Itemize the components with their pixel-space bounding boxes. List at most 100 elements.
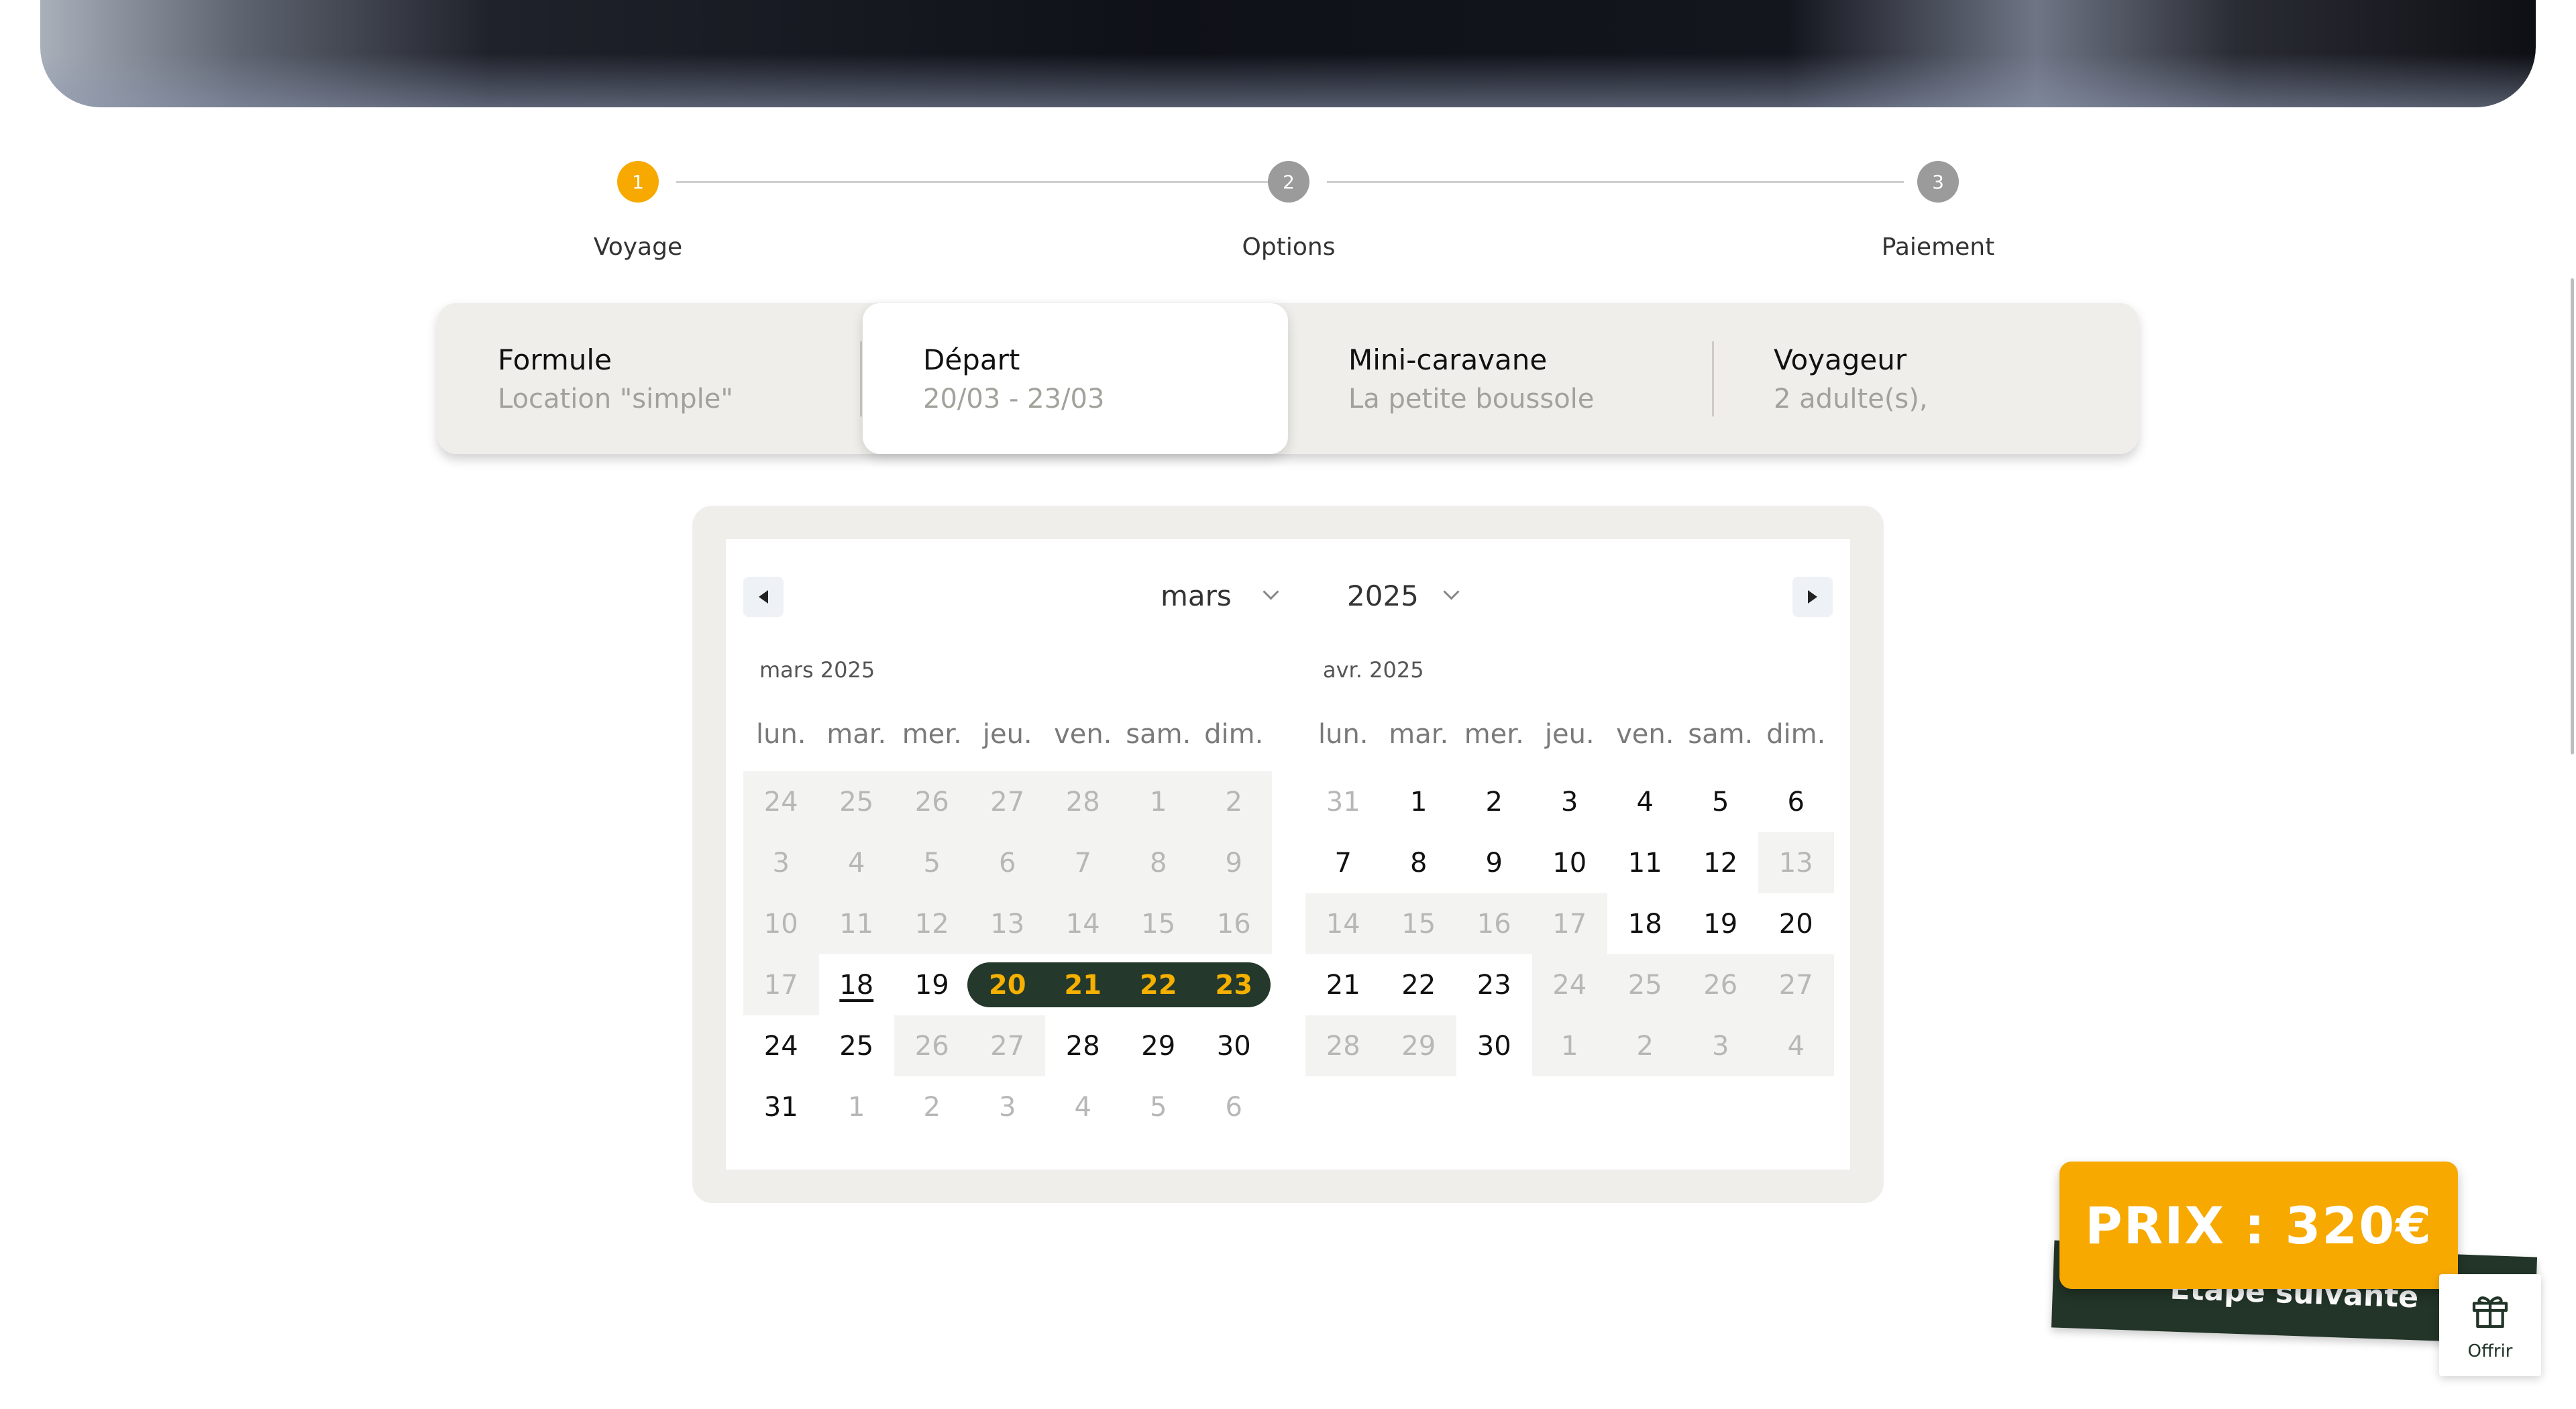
calendar-day[interactable]: 24: [743, 1015, 819, 1076]
calendar-day: 13: [969, 893, 1045, 954]
calendar-day-number: 26: [914, 786, 949, 818]
next-month-button[interactable]: [1792, 577, 1833, 617]
tab-depart[interactable]: Départ 20/03 - 23/03: [863, 303, 1288, 454]
calendar-day: 31: [1305, 771, 1381, 832]
chevron-down-icon: [1443, 583, 1460, 600]
calendar-day-selected[interactable]: 23: [1196, 954, 1272, 1015]
calendar-day[interactable]: 20: [1758, 893, 1834, 954]
weekday-header: jeu.: [982, 719, 1032, 750]
calendar-day-number: 22: [1139, 969, 1177, 1001]
weekday-header: sam.: [1688, 719, 1754, 750]
calendar-day-number: 4: [1787, 1030, 1805, 1062]
calendar-day[interactable]: 22: [1381, 954, 1457, 1015]
tab-mini-caravane[interactable]: Mini-caravane La petite boussole: [1288, 303, 1713, 454]
calendar-day: 27: [1758, 954, 1834, 1015]
calendar-day-number: 23: [1215, 969, 1253, 1001]
scrollbar-thumb[interactable]: [2571, 278, 2574, 754]
calendar-day: 28: [1305, 1015, 1381, 1076]
month-select[interactable]: mars: [1161, 579, 1279, 612]
calendar-day[interactable]: 2: [1456, 771, 1532, 832]
calendar-day: 7: [1045, 832, 1121, 893]
calendar-day-number: 8: [1410, 847, 1428, 879]
calendar-day[interactable]: 8: [1381, 832, 1457, 893]
calendar-day: 14: [1305, 893, 1381, 954]
calendar-day-today[interactable]: 18: [819, 954, 895, 1015]
calendar-day-number: 1: [1410, 786, 1428, 818]
step-2-circle[interactable]: 2: [1268, 161, 1309, 203]
weekday-header: lun.: [1318, 719, 1368, 750]
calendar-day[interactable]: 4: [1607, 771, 1683, 832]
calendar-day[interactable]: 11: [1607, 832, 1683, 893]
calendar-day-number: 4: [848, 847, 865, 879]
calendar-day[interactable]: 6: [1758, 771, 1834, 832]
calendar-day[interactable]: 23: [1456, 954, 1532, 1015]
step-1-circle[interactable]: 1: [617, 161, 659, 203]
calendar-day-number: 19: [1703, 908, 1738, 940]
calendar-day-number: 19: [914, 969, 949, 1001]
calendar-day[interactable]: 28: [1045, 1015, 1121, 1076]
calendar-day-number: 27: [990, 1030, 1025, 1062]
calendar-day[interactable]: 30: [1196, 1015, 1272, 1076]
calendar-day: 4: [818, 832, 894, 893]
calendar-day-number: 5: [1712, 786, 1729, 818]
calendar-day-number: 6: [1225, 1091, 1242, 1123]
calendar-day[interactable]: 29: [1121, 1015, 1197, 1076]
tab-depart-title: Départ: [923, 343, 1020, 376]
calendar-day[interactable]: 7: [1305, 832, 1381, 893]
calendar-day: 17: [743, 954, 819, 1015]
step-1-label: Voyage: [593, 233, 683, 261]
calendar-day: 2: [894, 1076, 970, 1137]
calendar-day: 16: [1196, 893, 1272, 954]
gift-button[interactable]: Offrir: [2439, 1274, 2541, 1376]
step-3-circle[interactable]: 3: [1917, 161, 1959, 203]
arrow-right-icon: [1808, 590, 1817, 604]
year-select[interactable]: 2025: [1347, 579, 1460, 612]
calendar-day-selected[interactable]: 21: [1045, 954, 1121, 1015]
tab-formule-title: Formule: [498, 343, 612, 376]
chevron-down-icon: [1263, 583, 1279, 600]
calendar-day-number: 17: [763, 969, 798, 1001]
calendar-day-selected[interactable]: 20: [970, 954, 1046, 1015]
calendar-day: 4: [1045, 1076, 1121, 1137]
month-select-value: mars: [1161, 579, 1232, 612]
calendar-day: 26: [894, 771, 970, 832]
weekday-header: ven.: [1054, 719, 1112, 750]
calendar-day-number: 12: [914, 908, 949, 940]
tab-mini-caravane-subtitle: La petite boussole: [1348, 384, 1595, 414]
weekday-header: sam.: [1126, 719, 1191, 750]
calendar-day[interactable]: 31: [743, 1076, 819, 1137]
calendar-day-number: 24: [763, 786, 798, 818]
calendar-day[interactable]: 12: [1683, 832, 1759, 893]
calendar-day[interactable]: 5: [1683, 771, 1759, 832]
calendar-day[interactable]: 21: [1305, 954, 1381, 1015]
calendar-day[interactable]: 9: [1456, 832, 1532, 893]
calendar-day-number: 6: [1787, 786, 1805, 818]
calendar-day-number: 3: [999, 1091, 1016, 1123]
calendar-day-number: 1: [848, 1091, 865, 1123]
calendar-day: 10: [743, 893, 819, 954]
calendar-day[interactable]: 19: [894, 954, 970, 1015]
calendar-day[interactable]: 19: [1683, 893, 1759, 954]
calendar-day[interactable]: 10: [1532, 832, 1608, 893]
calendar-day[interactable]: 18: [1607, 893, 1683, 954]
calendar-day-number: 26: [914, 1030, 949, 1062]
price-button[interactable]: PRIX : 320€: [2059, 1162, 2458, 1289]
calendar-day-number: 4: [1074, 1091, 1091, 1123]
tab-formule[interactable]: Formule Location "simple": [437, 303, 863, 454]
gift-icon: [2472, 1296, 2508, 1329]
calendar-day[interactable]: 25: [819, 1015, 895, 1076]
calendar-day-number: 11: [1627, 847, 1662, 879]
calendar-day-number: 25: [839, 1030, 874, 1062]
tab-voyageur[interactable]: Voyageur 2 adulte(s),: [1713, 303, 2139, 454]
calendar-day-number: 6: [999, 847, 1016, 879]
calendar-day-number: 5: [923, 847, 941, 879]
calendar-day-number: 4: [1636, 786, 1654, 818]
calendar-day-selected[interactable]: 22: [1121, 954, 1197, 1015]
calendar-day-number: 31: [763, 1091, 798, 1123]
calendar-day-number: 8: [1150, 847, 1167, 879]
calendar-day[interactable]: 3: [1532, 771, 1608, 832]
calendar-day-number: 13: [990, 908, 1025, 940]
prev-month-button[interactable]: [743, 577, 784, 617]
calendar-day[interactable]: 1: [1381, 771, 1457, 832]
calendar-day[interactable]: 30: [1456, 1015, 1532, 1076]
